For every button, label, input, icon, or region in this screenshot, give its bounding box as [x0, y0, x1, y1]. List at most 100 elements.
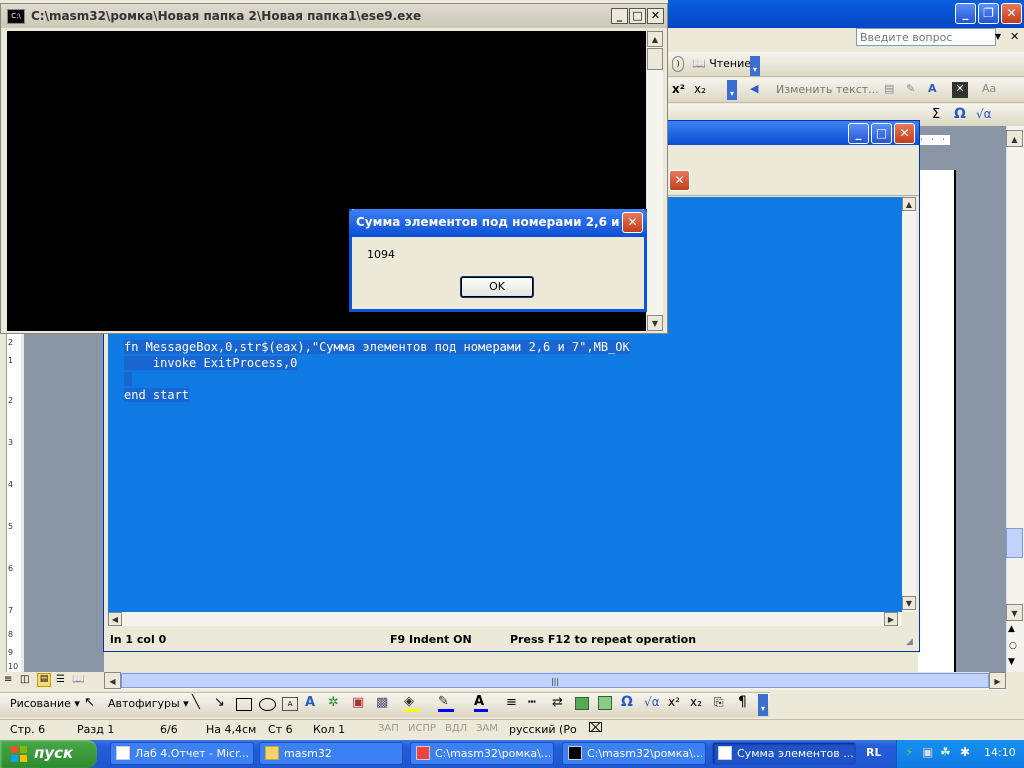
code-vscroll-down-icon[interactable]: ▼ — [902, 596, 916, 610]
word-vscroll-thumb[interactable] — [1006, 528, 1023, 558]
resize-grip-icon[interactable]: ◢ — [906, 637, 913, 647]
status-rec[interactable]: ЗАП — [378, 723, 399, 734]
word-hscroll-right-icon[interactable]: ▶ — [989, 672, 1006, 689]
superscript-icon[interactable]: x² — [672, 82, 685, 96]
review-icon[interactable]: ◀ — [750, 82, 766, 98]
console-app-icon[interactable]: C:\ — [7, 9, 25, 24]
picture-icon[interactable]: ▩ — [376, 695, 388, 710]
language-indicator[interactable]: RL — [866, 746, 881, 759]
web-view-icon[interactable]: ◫ — [20, 674, 29, 685]
tray-network-icon[interactable]: ⚡ — [905, 745, 913, 759]
rectangle-icon[interactable] — [236, 698, 252, 711]
font-size-icon[interactable]: Aa — [982, 82, 996, 95]
editor-maximize-button[interactable]: □ — [871, 123, 892, 144]
omega-insert-icon[interactable]: Ω — [621, 694, 633, 710]
tray-volume-icon[interactable]: ✱ — [960, 745, 970, 759]
word-hscroll-thumb[interactable]: ||| — [121, 673, 989, 688]
toolbar-chevron-icon[interactable]: ▾ — [750, 56, 760, 76]
pointer-icon[interactable]: ↖ — [84, 695, 95, 710]
word-close-button[interactable]: ✕ — [1001, 3, 1022, 24]
console-vscroll-thumb[interactable] — [647, 48, 663, 70]
console-vscroll-down-icon[interactable]: ▼ — [647, 315, 663, 331]
draw-menu[interactable]: Рисование ▾ — [10, 697, 80, 710]
help-dropdown-icon[interactable]: ▼ — [992, 29, 1004, 45]
tray-antivirus-icon[interactable]: ☘ — [940, 745, 951, 759]
prev-page-icon[interactable]: ▲ — [1008, 624, 1015, 634]
pilcrow-icon[interactable]: ¶ — [738, 694, 747, 710]
menu-close-icon[interactable]: ✕ — [1010, 30, 1019, 43]
taskbar-item[interactable]: C:\masm32\ромка\... — [562, 742, 706, 765]
word-vscroll-down-icon[interactable]: ▼ — [1006, 604, 1023, 621]
reading-button[interactable]: 📖 Чтение — [688, 55, 755, 73]
word-vscroll-up-icon[interactable]: ▲ — [1006, 130, 1023, 147]
tray-clock[interactable]: 14:10 — [984, 746, 1016, 759]
word-hscroll-left-icon[interactable]: ◀ — [104, 672, 121, 689]
reading-view-icon[interactable]: 📖 — [72, 674, 84, 685]
ok-button[interactable]: OK — [460, 276, 534, 298]
taskbar-item[interactable]: Лаб 4.Отчет - Micr... — [110, 742, 254, 765]
track-icon[interactable]: ✎ — [906, 82, 922, 98]
toolbar2-chevron-icon[interactable]: ▾ — [727, 80, 737, 100]
console-vscroll[interactable] — [647, 31, 663, 331]
code-hscroll-right-icon[interactable]: ▶ — [884, 612, 898, 626]
status-ovr[interactable]: ЗАМ — [476, 723, 498, 734]
code-hscroll-left-icon[interactable]: ◀ — [108, 612, 122, 626]
taskbar-item[interactable]: Сумма элементов ... — [712, 742, 856, 765]
editor-close-button[interactable]: ✕ — [894, 123, 915, 144]
clipart-icon[interactable]: ▣ — [352, 695, 364, 710]
console-vscroll-up-icon[interactable]: ▲ — [647, 31, 663, 47]
accept-icon[interactable]: A — [928, 82, 944, 98]
spell-icon[interactable]: ⎘ — [714, 695, 724, 710]
console-maximize-button[interactable]: □ — [629, 8, 646, 24]
editor-minimize-button[interactable]: _ — [848, 123, 869, 144]
code-vscroll-up-icon[interactable]: ▲ — [902, 197, 916, 211]
next-page-icon[interactable]: ▼ — [1008, 657, 1015, 667]
font-color-icon[interactable]: A — [474, 694, 488, 712]
3d-icon[interactable] — [598, 696, 612, 710]
print-view-icon[interactable]: ▤ — [37, 673, 51, 687]
browse-object-icon[interactable]: ○ — [1009, 641, 1017, 651]
console-minimize-button[interactable]: _ — [611, 8, 628, 24]
spelling-status-icon[interactable]: ⌧ — [588, 721, 603, 736]
message-box-close-button[interactable]: ✕ — [622, 212, 643, 233]
comment-icon[interactable]: ▤ — [884, 82, 900, 98]
shadow-icon[interactable] — [575, 697, 589, 710]
word-minimize-button[interactable]: _ — [955, 3, 976, 24]
taskbar-item[interactable]: C:\masm32\ромка\... — [410, 742, 554, 765]
status-trk[interactable]: ИСПР — [408, 723, 436, 734]
line-style-icon[interactable]: ≡ — [506, 695, 517, 710]
word-vscroll[interactable] — [1006, 126, 1024, 672]
autoshapes-menu[interactable]: Автофигуры ▾ — [108, 697, 189, 710]
arrow-icon[interactable]: ↘ — [214, 695, 225, 710]
drawing-toolbar-chevron-icon[interactable]: ▾ — [758, 694, 768, 716]
tray-display-icon[interactable]: ▣ — [922, 745, 933, 759]
code-hscroll[interactable] — [108, 612, 902, 626]
oval-icon[interactable] — [259, 698, 276, 711]
equation-icon[interactable]: √α — [644, 695, 660, 709]
word-restore-button[interactable]: ❐ — [978, 3, 999, 24]
start-button[interactable]: пуск — [0, 740, 97, 768]
omega-icon[interactable]: Ω — [954, 106, 966, 122]
status-ext[interactable]: ВДЛ — [445, 723, 467, 734]
textbox-icon[interactable]: A — [282, 697, 298, 711]
console-close-button[interactable]: ✕ — [647, 8, 664, 24]
editor-tab-close-button[interactable]: ✕ — [669, 170, 690, 191]
sigma-icon[interactable]: Σ — [932, 107, 940, 122]
taskbar-item[interactable]: masm32 — [259, 742, 403, 765]
normal-view-icon[interactable]: ≡ — [4, 674, 12, 685]
diagram-icon[interactable]: ✲ — [328, 695, 339, 710]
subscript2-icon[interactable]: x₂ — [690, 695, 702, 709]
dash-style-icon[interactable]: ┅ — [528, 695, 536, 710]
code-vscroll[interactable] — [902, 197, 916, 612]
wordart-icon[interactable]: A — [305, 695, 315, 710]
subscript-icon[interactable]: x₂ — [694, 82, 706, 96]
change-text-button[interactable]: Изменить текст... — [776, 83, 879, 96]
outline-view-icon[interactable]: ☰ — [56, 674, 65, 685]
reject-icon[interactable]: ✕ — [952, 82, 968, 98]
status-language[interactable]: русский (Ро — [509, 723, 577, 736]
fill-color-icon[interactable]: ◈ — [404, 694, 420, 712]
superscript2-icon[interactable]: x² — [668, 695, 680, 709]
sqrt-icon[interactable]: √α — [976, 107, 992, 121]
help-search-input[interactable] — [856, 28, 996, 46]
line-color-icon[interactable]: ✎ — [438, 694, 454, 712]
